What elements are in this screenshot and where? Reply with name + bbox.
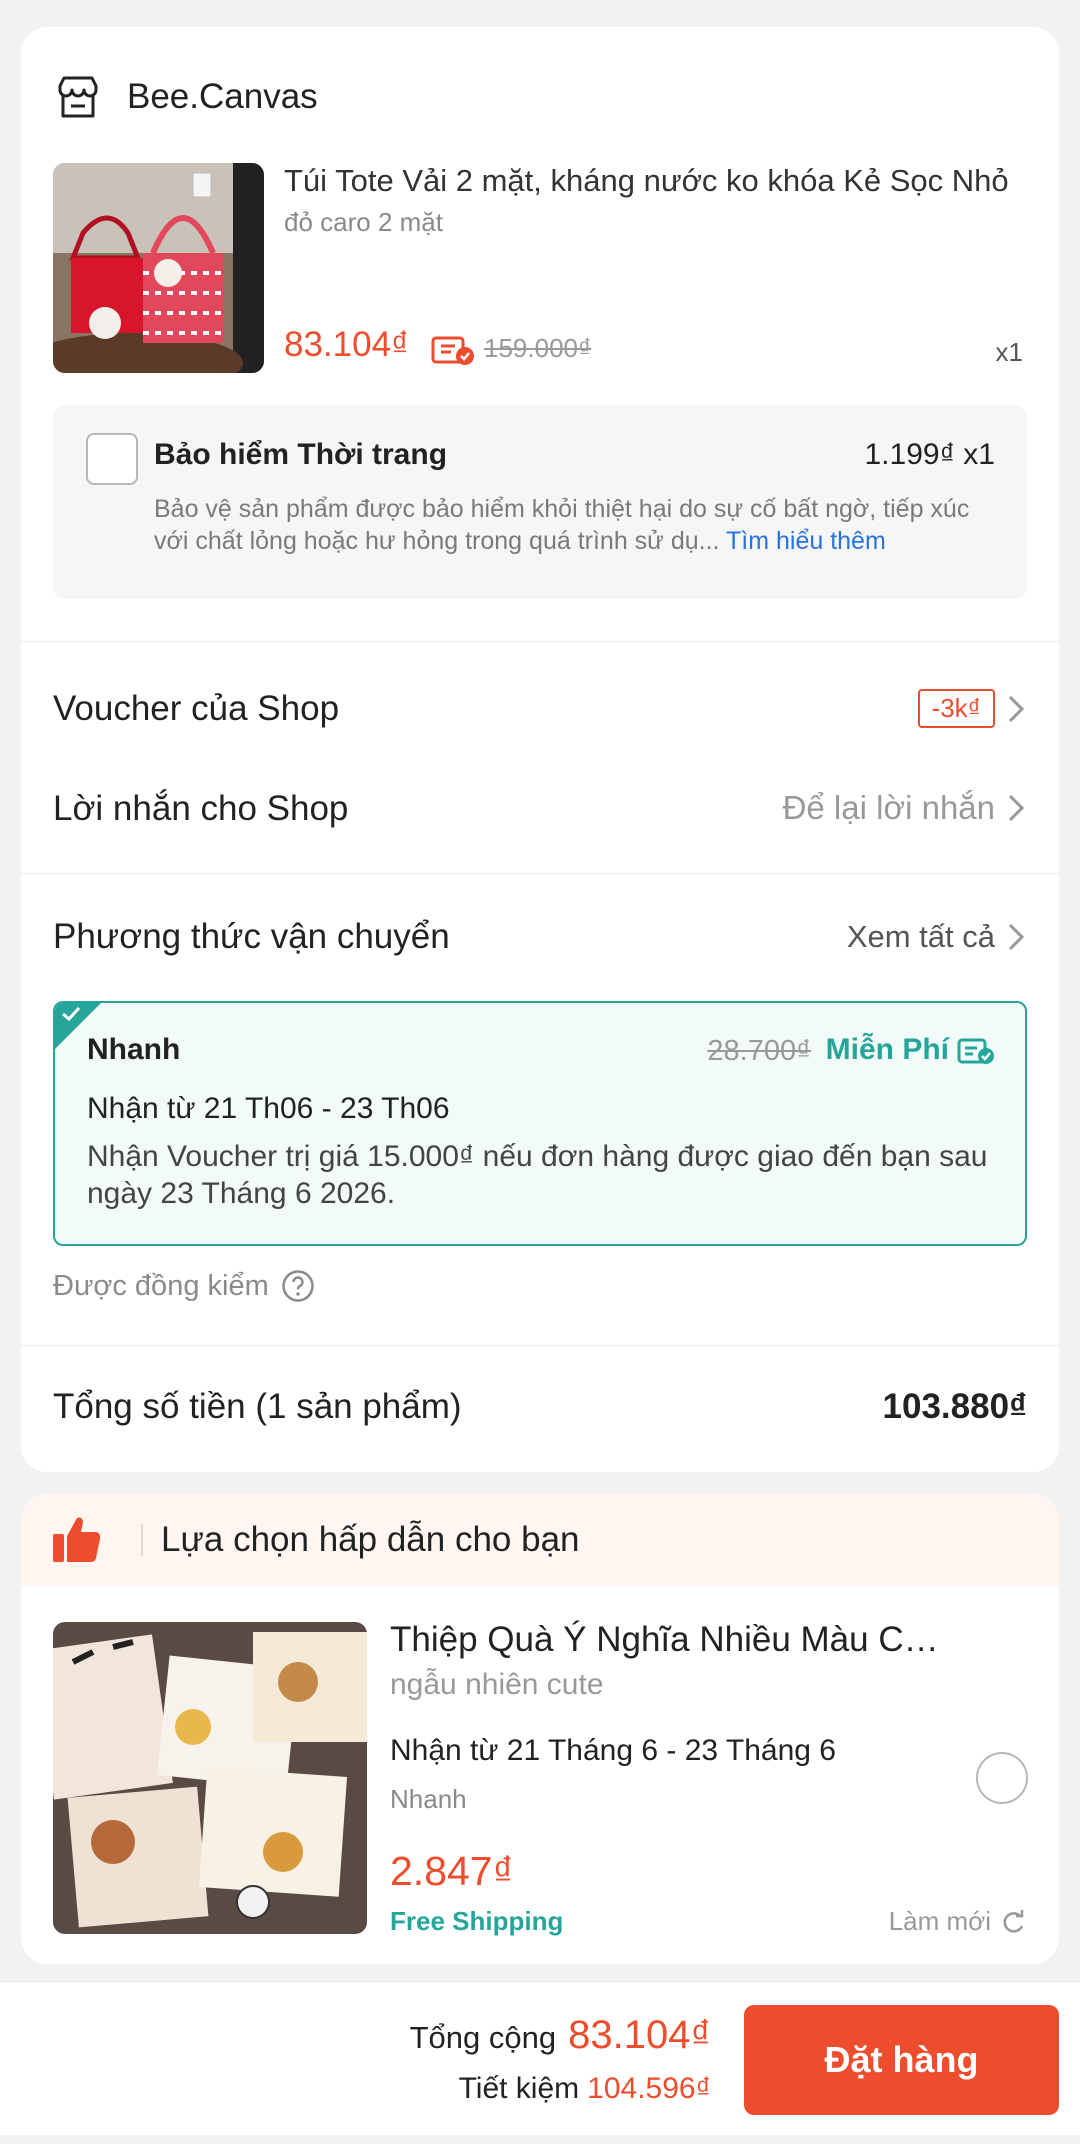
shipping-method-label: Phương thức vận chuyển [53,917,450,956]
checkout-bar: Tổng cộng 83.104₫ Tiết kiệm 104.596₫ Đặt… [0,1981,1080,2135]
product-image[interactable] [53,163,264,373]
chevron-right-icon [1008,695,1025,722]
free-ship-voucher-icon [957,1038,994,1064]
shop-icon [58,76,98,118]
inspection-row[interactable]: Được đồng kiểm [53,1269,315,1303]
shipping-original-fee: 28.700₫ [707,1035,811,1067]
inspection-label: Được đồng kiểm [53,1269,269,1302]
savings-label: Tiết kiệm [458,2072,580,2105]
insurance-checkbox[interactable] [86,433,138,485]
recommended-select-radio[interactable] [976,1752,1028,1804]
help-icon[interactable] [281,1269,315,1303]
recommended-product-name[interactable]: Thiệp Quà Ý Nghĩa Nhiều Màu Cute [390,1620,950,1660]
divider [21,873,1059,874]
insurance-panel: Bảo hiểm Thời trang 1.199₫ x1 Bảo vệ sản… [53,405,1027,599]
divider [21,641,1059,642]
recommendation-header: Lựa chọn hấp dẫn cho bạn [21,1494,1059,1586]
shop-voucher-row[interactable]: -3k₫ [917,689,1025,728]
see-all-label: Xem tất cả [846,919,995,954]
refresh-button[interactable]: Làm mới [889,1906,1027,1937]
shipping-option-name: Nhanh [87,1033,181,1066]
shipping-option-card[interactable]: Nhanh 28.700₫ Miễn Phí Nhận từ 21 Th06 -… [53,1001,1027,1246]
shipping-voucher-note: Nhận Voucher trị giá 15.000₫ nếu đơn hàn… [87,1140,988,1210]
grand-total-label: Tổng cộng [409,2020,557,2055]
shop-order-card: Bee.Canvas Túi Tote Vải 2 mặt, kháng nướ… [21,27,1059,1472]
shop-name[interactable]: Bee.Canvas [127,77,318,117]
product-variant: đỏ caro 2 mặt [284,207,443,237]
shop-voucher-tag: -3k₫ [917,689,995,728]
recommended-delivery-date: Nhận từ 21 Tháng 6 - 23 Tháng 6 [390,1734,836,1767]
recommended-product-variant: ngẫu nhiên cute [390,1668,604,1701]
savings-value: 104.596₫ [587,2072,711,2105]
chevron-right-icon [1008,923,1025,951]
divider [21,1345,1059,1346]
order-total-label: Tổng số tiền (1 sản phẩm) [53,1387,462,1426]
order-total-value: 103.880₫ [882,1387,1027,1426]
bottom-strip [0,2135,1080,2144]
recommended-product-image[interactable] [53,1622,367,1934]
place-order-button[interactable]: Đặt hàng [744,2005,1059,2115]
check-icon [62,1006,81,1022]
product-price: 83.104₫ [284,325,410,364]
learn-more-link[interactable]: Tìm hiểu thêm [726,527,886,555]
grand-total-value: 83.104₫ [568,2013,711,2057]
message-input[interactable]: Để lại lời nhắn [783,789,1025,827]
insurance-price: 1.199₫ x1 [864,438,996,471]
grand-total: Tổng cộng 83.104₫ [410,2013,711,2058]
recommendation-card: Lựa chọn hấp dẫn cho bạn Thiệp Quà Ý Ngh… [21,1494,1059,1964]
shop-voucher-label[interactable]: Voucher của Shop [53,689,339,729]
product-original-price: 159.000₫ [484,333,592,363]
message-placeholder: Để lại lời nhắn [782,789,995,826]
voucher-badge-icon [431,336,474,365]
savings: Tiết kiệm 104.596₫ [459,2072,711,2106]
thumbs-up-icon [53,1517,101,1562]
shipping-fee: Miễn Phí [825,1033,949,1066]
see-all-shipping-button[interactable]: Xem tất cả [847,919,1025,955]
insurance-title: Bảo hiểm Thời trang [154,438,448,471]
insurance-description: Bảo vệ sản phẩm được bảo hiểm khỏi thiệt… [154,493,994,557]
product-title[interactable]: Túi Tote Vải 2 mặt, kháng nước ko khóa K… [284,163,1024,199]
recommended-product-price: 2.847₫ [390,1848,514,1894]
message-label: Lời nhắn cho Shop [53,789,349,828]
header-separator [141,1524,143,1556]
recommendation-title: Lựa chọn hấp dẫn cho bạn [161,1520,580,1559]
free-shipping-label: Free Shipping [390,1906,564,1936]
refresh-label: Làm mới [888,1906,991,1936]
chevron-right-icon [1008,794,1025,822]
refresh-icon [1003,1909,1024,1933]
recommended-shipping-method: Nhanh [390,1784,467,1814]
product-quantity: x1 [995,337,1023,367]
shipping-delivery-date: Nhận từ 21 Th06 - 23 Th06 [87,1092,450,1125]
